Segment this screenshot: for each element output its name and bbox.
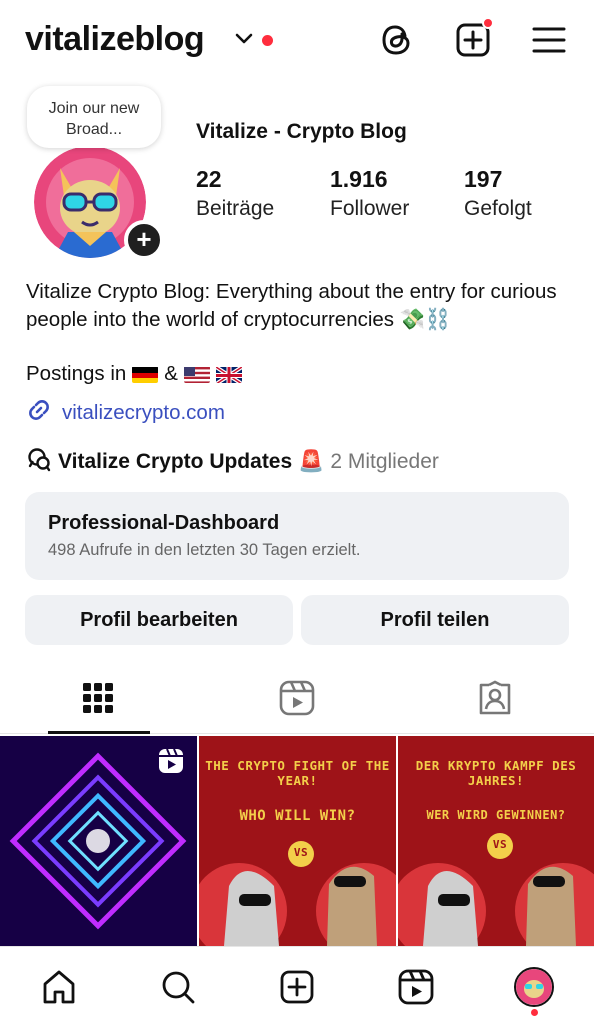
- german-flag-icon: [132, 366, 159, 383]
- dashboard-title: Professional-Dashboard: [48, 512, 280, 534]
- new-post-notification-dot: [482, 17, 494, 29]
- post-thumbnail[interactable]: DER KRYPTO KAMPF DES JAHRES! WER WIRD GE…: [398, 736, 594, 946]
- tab-posts-grid[interactable]: [78, 678, 118, 718]
- notification-dot: [262, 35, 273, 46]
- note-text: Join our new Broad...: [48, 100, 140, 138]
- bio-text: Vitalize Crypto Blog: Everything about t…: [26, 280, 557, 331]
- tab-tagged[interactable]: [475, 678, 515, 718]
- home-icon[interactable]: [39, 967, 79, 1007]
- us-flag-icon: [183, 366, 210, 383]
- postings-line: Postings in &: [26, 362, 242, 386]
- search-icon[interactable]: [158, 967, 198, 1007]
- channel-name: Vitalize Crypto Updates: [58, 450, 293, 473]
- stat-label: Gefolgt: [464, 197, 532, 220]
- profile-header: vitalizeblog: [0, 0, 594, 84]
- active-tab-indicator: [48, 731, 150, 734]
- profile-nav-avatar[interactable]: [514, 967, 554, 1007]
- stat-posts[interactable]: 22 Beiträge: [196, 166, 274, 221]
- chevron-down-icon[interactable]: [234, 32, 254, 51]
- reels-nav-icon[interactable]: [396, 967, 436, 1007]
- stat-following[interactable]: 197 Gefolgt: [464, 166, 532, 221]
- reels-icon: [279, 680, 315, 716]
- tagged-user-icon: [479, 680, 511, 715]
- share-profile-button[interactable]: Profil teilen: [301, 595, 569, 645]
- edit-profile-button[interactable]: Profil bearbeiten: [25, 595, 293, 645]
- stat-label: Follower: [330, 197, 410, 220]
- postings-label: Postings in: [26, 362, 127, 385]
- post-text-line1: DER KRYPTO KAMPF DES JAHRES!: [415, 758, 577, 788]
- link-icon: [26, 397, 52, 429]
- uk-flag-icon: [215, 365, 242, 383]
- post-vs-label: VS: [492, 838, 508, 851]
- grid-icon: [83, 683, 113, 713]
- stat-label: Beiträge: [196, 197, 275, 220]
- avatar: [514, 967, 554, 1007]
- post-thumbnail[interactable]: [0, 736, 197, 946]
- username[interactable]: vitalizeblog: [25, 20, 205, 59]
- postings-amp: &: [164, 362, 178, 385]
- link-text: vitalizecrypto.com: [62, 401, 225, 424]
- tab-reels[interactable]: [277, 678, 317, 718]
- stat-followers[interactable]: 1.916 Follower: [330, 166, 409, 221]
- post-text-line2: WER WIRD GEWINNEN?: [426, 808, 566, 822]
- threads-icon[interactable]: [377, 20, 417, 60]
- website-link[interactable]: vitalizecrypto.com: [26, 397, 225, 429]
- stat-value: 22: [196, 166, 222, 192]
- stat-value: 1.916: [330, 166, 388, 192]
- add-story-button[interactable]: +: [124, 220, 164, 260]
- post-thumbnail[interactable]: THE CRYPTO FIGHT OF THE YEAR! WHO WILL W…: [199, 736, 396, 946]
- professional-dashboard[interactable]: Professional-Dashboard 498 Aufrufe in de…: [25, 492, 569, 580]
- broadcast-channel[interactable]: Vitalize Crypto Updates 🚨 2 Mitglieder: [26, 446, 439, 478]
- channel-emoji: 🚨: [298, 450, 325, 473]
- post-vs-label: VS: [293, 846, 309, 859]
- post-text-line1: THE CRYPTO FIGHT OF THE YEAR!: [205, 758, 390, 788]
- dashboard-subtitle: 498 Aufrufe in den letzten 30 Tagen erzi…: [48, 541, 361, 559]
- profile-notification-dot: [531, 1009, 538, 1016]
- note-bubble[interactable]: Join our new Broad...: [27, 86, 161, 148]
- reel-indicator-icon: [158, 748, 184, 779]
- channel-members: 2 Mitglieder: [330, 450, 439, 473]
- post-text-line2: WHO WILL WIN?: [239, 808, 356, 824]
- bottom-navigation: [0, 946, 594, 1024]
- menu-icon[interactable]: [529, 20, 569, 60]
- create-post-icon[interactable]: [277, 967, 317, 1007]
- stat-value: 197: [464, 166, 503, 192]
- display-name: Vitalize - Crypto Blog: [196, 120, 407, 143]
- broadcast-channel-icon: [26, 446, 52, 478]
